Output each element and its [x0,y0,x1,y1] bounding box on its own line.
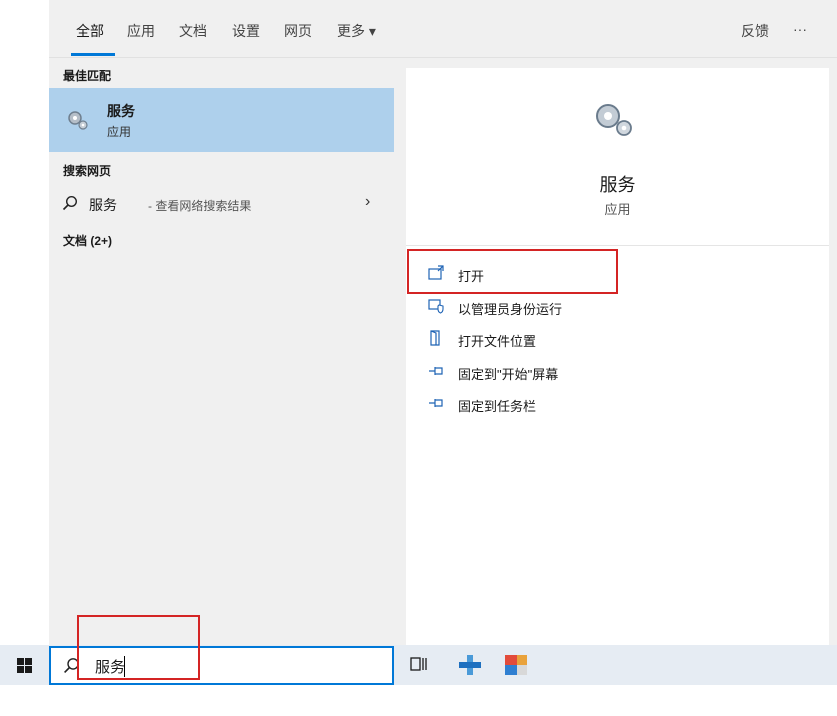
app-icon-colorful[interactable] [505,655,527,675]
pin-icon [429,367,443,375]
detail-title: 服务 [599,175,636,195]
tab-documents[interactable]: 文档 [179,21,207,41]
action-pin-to-taskbar-label: 固定到任务栏 [458,399,537,414]
services-gear-icon [68,111,88,130]
tab-more[interactable]: 更多 ▾ [337,21,376,41]
best-match-item[interactable]: 服务 应用 [49,88,394,152]
bottom-margin [0,685,837,716]
action-pin-to-start[interactable]: 固定到"开始"屏幕 [428,360,728,384]
best-match-header: 最佳匹配 [63,69,112,83]
web-search-header: 搜索网页 [63,164,112,178]
action-open-file-location-label: 打开文件位置 [458,334,537,349]
action-run-as-admin-label: 以管理员身份运行 [458,302,563,317]
divider [406,245,829,246]
app-icon-blue[interactable] [459,655,481,675]
results-list: 最佳匹配 服务 应用 搜索网页 服务 - 查看网络搜索结果 › 文档 (2+) [49,58,394,645]
chevron-right-icon: › [365,193,371,210]
annotation-open-highlight [407,249,618,294]
feedback-button[interactable]: 反馈 [741,21,769,41]
action-pin-to-taskbar[interactable]: 固定到任务栏 [428,392,728,416]
task-view-icon[interactable] [410,655,428,673]
tab-apps[interactable]: 应用 [127,21,155,41]
active-tab-indicator [71,53,115,56]
tab-settings[interactable]: 设置 [232,21,260,41]
tab-all[interactable]: 全部 [76,21,104,41]
pin-icon [429,399,443,407]
detail-pane: 服务 应用 打开 以管理员身份运行 打开文件位置 固定到"开始"屏幕 固定到任务… [406,68,829,645]
action-open-file-location[interactable]: 打开文件位置 [428,327,728,351]
services-gear-icon [596,104,632,136]
file-location-icon [430,330,440,346]
action-run-as-admin[interactable]: 以管理员身份运行 [428,295,728,319]
run-as-admin-icon [428,299,444,314]
search-icon [62,195,78,211]
detail-type: 应用 [604,202,631,217]
annotation-search-highlight [77,615,200,680]
best-match-name: 服务 [107,103,135,119]
windows-start-icon[interactable] [17,658,32,673]
action-pin-to-start-label: 固定到"开始"屏幕 [458,367,559,382]
start-search-panel: 全部 应用 文档 设置 网页 更多 ▾ 反馈 ··· 最佳匹配 服务 应用 搜索… [49,0,837,645]
web-search-label: 服务 [89,197,117,213]
documents-header[interactable]: 文档 (2+) [63,232,112,249]
more-options-button[interactable]: ··· [793,21,807,37]
web-search-suffix: - 查看网络搜索结果 [148,199,252,213]
web-search-item[interactable]: 服务 - 查看网络搜索结果 › [49,190,394,218]
search-tabs: 全部 应用 文档 设置 网页 更多 ▾ 反馈 ··· [49,0,837,58]
best-match-type: 应用 [107,125,132,139]
tab-web[interactable]: 网页 [284,21,312,41]
